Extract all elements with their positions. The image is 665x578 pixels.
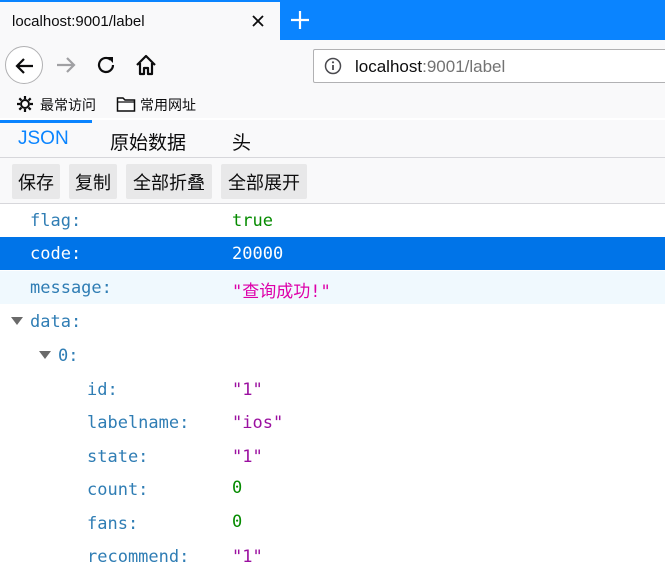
json-value: "1" [232, 380, 263, 400]
bookmark-label: 常用网址 [140, 97, 196, 113]
expand-triangle-icon[interactable] [39, 351, 51, 359]
navigation-bar: localhost:9001/label [0, 40, 665, 92]
json-key: message: [30, 278, 112, 298]
json-key: count: [87, 480, 149, 500]
tab-label: 头 [232, 133, 252, 154]
json-value: "1" [232, 547, 263, 567]
forward-arrow-icon [57, 57, 76, 73]
json-key: data: [30, 312, 82, 332]
json-value: "ios" [232, 413, 284, 433]
json-row-labelname[interactable]: labelname: "ios" [0, 406, 665, 439]
json-viewer-tabs: JSON 原始数据 头 [0, 120, 665, 158]
folder-icon [116, 97, 136, 112]
json-row-item-0[interactable]: 0: [0, 339, 665, 372]
json-key: state: [87, 447, 149, 467]
tab-json[interactable]: JSON [0, 120, 92, 157]
json-value: 0 [232, 478, 243, 498]
json-row-state[interactable]: state: "1" [0, 440, 665, 473]
tab-raw-data[interactable]: 原始数据 [100, 120, 210, 157]
json-key: labelname: [87, 413, 190, 433]
url-path: :9001/label [422, 57, 506, 76]
collapse-all-button[interactable]: 全部折叠 [126, 164, 212, 199]
tab-label: 原始数据 [110, 133, 187, 154]
json-row-message[interactable]: message: "查询成功!" [0, 271, 665, 304]
json-row-fans[interactable]: fans: 0 [0, 507, 665, 540]
json-key: fans: [87, 514, 139, 534]
bookmark-label: 最常访问 [40, 97, 96, 113]
browser-tab[interactable]: localhost:9001/label [0, 0, 280, 40]
url-host: localhost [355, 57, 423, 76]
json-value: true [232, 211, 273, 231]
close-icon[interactable] [248, 11, 268, 31]
bookmark-most-visited[interactable]: 最常访问 [16, 94, 106, 114]
json-key: recommend: [87, 547, 190, 567]
back-arrow-icon [15, 58, 33, 74]
new-tab-plus-icon[interactable] [288, 8, 312, 32]
json-row-data[interactable]: data: [0, 305, 665, 338]
json-row-id[interactable]: id: "1" [0, 373, 665, 406]
tab-title: localhost:9001/label [12, 13, 145, 30]
tab-label: JSON [18, 128, 69, 149]
json-row-code[interactable]: code: 20000 [0, 237, 665, 270]
json-key: 0: [58, 346, 79, 366]
url-text[interactable]: localhost:9001/label [355, 57, 505, 77]
bookmark-common-sites[interactable]: 常用网址 [116, 94, 206, 114]
json-value: 0 [232, 512, 243, 532]
bookmarks-toolbar: 最常访问 常用网址 [0, 92, 665, 118]
reload-icon [97, 56, 115, 74]
tab-headers[interactable]: 头 [222, 120, 266, 157]
info-icon[interactable] [324, 57, 342, 75]
json-tree: flag: true code: 20000 message: "查询成功!" … [0, 204, 665, 578]
json-value: "查询成功!" [232, 282, 331, 302]
save-button[interactable]: 保存 [12, 164, 60, 199]
json-row-recommend[interactable]: recommend: "1" [0, 540, 665, 573]
url-bar[interactable]: localhost:9001/label [313, 49, 665, 83]
forward-button[interactable] [53, 52, 79, 78]
json-key: id: [87, 380, 118, 400]
json-toolbar: 保存 复制 全部折叠 全部展开 [0, 158, 665, 204]
expand-triangle-icon[interactable] [11, 317, 23, 325]
expand-all-button[interactable]: 全部展开 [221, 164, 307, 199]
home-button[interactable] [133, 52, 159, 78]
copy-button[interactable]: 复制 [69, 164, 117, 199]
json-row-flag[interactable]: flag: true [0, 204, 665, 237]
reload-button[interactable] [94, 53, 118, 77]
json-value: "1" [232, 447, 263, 467]
tab-strip: localhost:9001/label [0, 0, 665, 40]
json-key: code: [30, 244, 82, 264]
json-value: 20000 [232, 244, 284, 264]
json-row-count[interactable]: count: 0 [0, 473, 665, 506]
back-button[interactable] [5, 46, 43, 84]
gear-icon [17, 96, 33, 112]
json-key: flag: [30, 211, 82, 231]
home-icon [136, 54, 156, 76]
